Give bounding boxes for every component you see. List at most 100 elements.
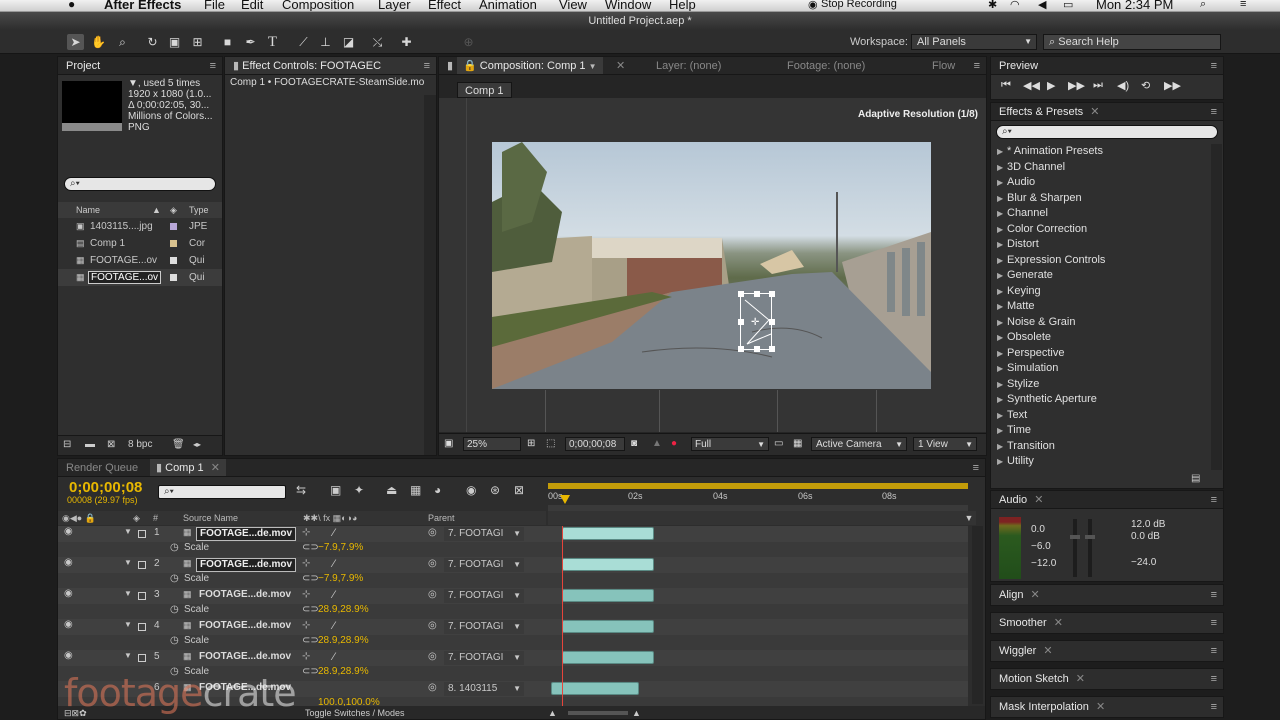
disclosure-triangle-icon[interactable]: ▶ [997,191,1007,207]
audio-slider-handle[interactable] [1085,535,1095,539]
zoom-tool-icon[interactable]: ⌕ [114,34,131,50]
panel-menu-icon[interactable]: ≡ [424,57,430,74]
label-icon[interactable]: ◈ [170,202,177,218]
snapshot-icon[interactable]: ◙ [631,434,637,454]
magnification-dropdown[interactable]: 25% [463,437,521,451]
disclosure-triangle-icon[interactable]: ▶ [997,408,1007,424]
color-channels-icon[interactable]: ● [671,434,677,454]
audio-slider-track[interactable] [1073,519,1077,577]
effect-category[interactable]: ▶ Noise & Grain [991,315,1213,331]
close-icon[interactable]: ✕ [1054,617,1063,629]
motion-blur-icon[interactable]: ◕ [434,483,441,497]
scrollbar[interactable] [1211,144,1222,470]
close-icon[interactable]: ✕ [1034,494,1043,506]
quality-switch-icon[interactable]: ⁄ [333,558,335,570]
tab-comp-1[interactable]: ▮ Comp 1 ✕ [150,459,226,476]
always-preview-icon[interactable]: ▣ [444,434,453,454]
layer-name[interactable]: FOOTAGE...de.mov [199,620,291,631]
transform-handle[interactable] [738,291,744,297]
shy-switch-icon[interactable]: ⊹ [302,620,310,631]
parent-dropdown[interactable]: 7. FOOTAGI ▼ [444,558,524,572]
audio-slider-track[interactable] [1088,519,1092,577]
panel-menu-icon[interactable]: ≡ [1211,491,1217,508]
eye-icon[interactable]: ◉ [64,650,73,661]
zoom-in-icon[interactable]: ▲ [632,706,641,719]
parent-dropdown[interactable]: 7. FOOTAGI ▼ [444,620,524,634]
previous-frame-icon[interactable]: ◀◀ [1023,79,1040,92]
pickwhip-icon[interactable]: ◎ [428,558,437,569]
first-frame-icon[interactable]: ⏮ [1001,79,1011,92]
layer-duration-bar[interactable] [562,620,654,633]
anchor-point-icon[interactable]: ✛ [751,317,759,328]
layer-row-main[interactable]: ◉ ▼ 4 ▦ FOOTAGE...de.mov ⊹ ⁄ ◎ 7. FOOTAG… [58,619,968,635]
effect-category[interactable]: ▶ Time [991,423,1213,439]
panel-menu-icon[interactable]: ≡ [1211,103,1217,120]
smoother-panel[interactable]: Smoother ✕ ≡ [990,612,1224,634]
menu-help[interactable]: Help [669,0,696,11]
comp-breadcrumb-button[interactable]: Comp 1 [457,82,512,98]
layer-name[interactable]: FOOTAGE...de.mov [196,527,297,541]
effect-category[interactable]: ▶ Simulation [991,361,1213,377]
disclosure-triangle-icon[interactable]: ▶ [997,330,1007,346]
close-icon[interactable]: ✕ [1043,645,1052,657]
effect-category[interactable]: ▶ Matte [991,299,1213,315]
layer-row[interactable]: ◉ ▼ 1 ▦ FOOTAGE...de.mov ⊹ ⁄ ◎ 7. FOOTAG… [58,526,968,557]
loop-icon[interactable]: ⟲ [1141,79,1150,92]
puppet-pin-tool-icon[interactable]: ✚ [398,34,415,50]
constrain-proportions-icon[interactable]: ⊂⊃ [302,542,319,553]
project-search-input[interactable]: ⌕▾ [64,177,216,191]
disclosure-triangle-icon[interactable]: ▶ [997,423,1007,439]
spotlight-icon[interactable]: ⌕ [1200,0,1206,11]
wiggler-panel[interactable]: Wiggler ✕ ≡ [990,640,1224,662]
align-panel[interactable]: Align ✕ ≡ [990,584,1224,606]
col-parent[interactable]: Parent [428,511,455,525]
toggle-switches-modes[interactable]: Toggle Switches / Modes [305,706,405,719]
brush-tool-icon[interactable]: ⟋ [295,34,312,50]
new-folder-icon[interactable]: ▬ [85,436,95,454]
panel-menu-icon[interactable]: ≡ [1211,697,1217,717]
panel-menu-icon[interactable]: ≡ [973,459,979,476]
layer-duration-bar[interactable] [562,527,654,540]
tab-layer[interactable]: Layer: (none) [656,57,721,74]
disclosure-triangle-icon[interactable]: ▶ [997,268,1007,284]
menu-edit[interactable]: Edit [241,0,263,11]
effect-category[interactable]: ▶ Distort [991,237,1213,253]
eye-icon[interactable]: ◉ [64,619,73,630]
audio-slider-handle[interactable] [1070,535,1080,539]
property-value[interactable]: 28.9,28.9% [318,604,369,615]
disclosure-triangle-icon[interactable]: ▶ [997,361,1007,377]
shy-switch-icon[interactable]: ⊹ [302,589,310,600]
bit-depth-label[interactable]: 8 bpc [128,436,152,454]
menu-animation[interactable]: Animation [479,0,537,11]
layer-duration-bar[interactable] [562,558,654,571]
panel-menu-icon[interactable]: ≡ [1211,641,1217,661]
effect-category[interactable]: ▶ Channel [991,206,1213,222]
effect-category[interactable]: ▶ Keying [991,284,1213,300]
expand-triangle-icon[interactable]: ▼ [124,558,132,567]
disclosure-triangle-icon[interactable]: ▶ [997,175,1007,191]
transform-handle[interactable] [754,346,760,352]
search-help-field[interactable]: ⌕ Search Help [1043,34,1221,50]
constrain-proportions-icon[interactable]: ⊂⊃ [302,573,319,584]
zoom-out-icon[interactable]: ▲ [548,706,557,719]
constrain-proportions-icon[interactable]: ⊂⊃ [302,604,319,615]
transparency-grid-icon[interactable]: ▦ [793,434,802,454]
col-type[interactable]: Type [189,202,209,218]
app-menu[interactable]: After Effects [104,0,181,11]
parent-dropdown[interactable]: 7. FOOTAGI ▼ [444,589,524,603]
av-features-icon[interactable]: ◉◀● 🔒 [62,511,96,525]
current-time-display[interactable]: 0;00;00;08 [69,479,142,496]
layer-row[interactable]: ◉ ▼ 3 ▦ FOOTAGE...de.mov ⊹ ⁄ ◎ 7. FOOTAG… [58,588,968,619]
transform-handle[interactable] [738,319,744,325]
effect-category[interactable]: ▶ Transition [991,439,1213,455]
scroll-arrows-icon[interactable]: ◂▸ [193,436,201,454]
scrollbar[interactable] [424,95,436,455]
disclosure-triangle-icon[interactable]: ▶ [997,222,1007,238]
transform-handle[interactable] [769,346,775,352]
clock[interactable]: Mon 2:34 PM [1096,0,1173,11]
layer-row-main[interactable]: ◉ ▼ 5 ▦ FOOTAGE...de.mov ⊹ ⁄ ◎ 7. FOOTAG… [58,650,968,666]
current-time-field[interactable]: 0;00;00;08 [565,437,625,451]
menu-effect[interactable]: Effect [428,0,461,11]
panel-menu-icon[interactable]: ≡ [974,57,980,74]
expand-triangle-icon[interactable]: ▼ [124,589,132,598]
